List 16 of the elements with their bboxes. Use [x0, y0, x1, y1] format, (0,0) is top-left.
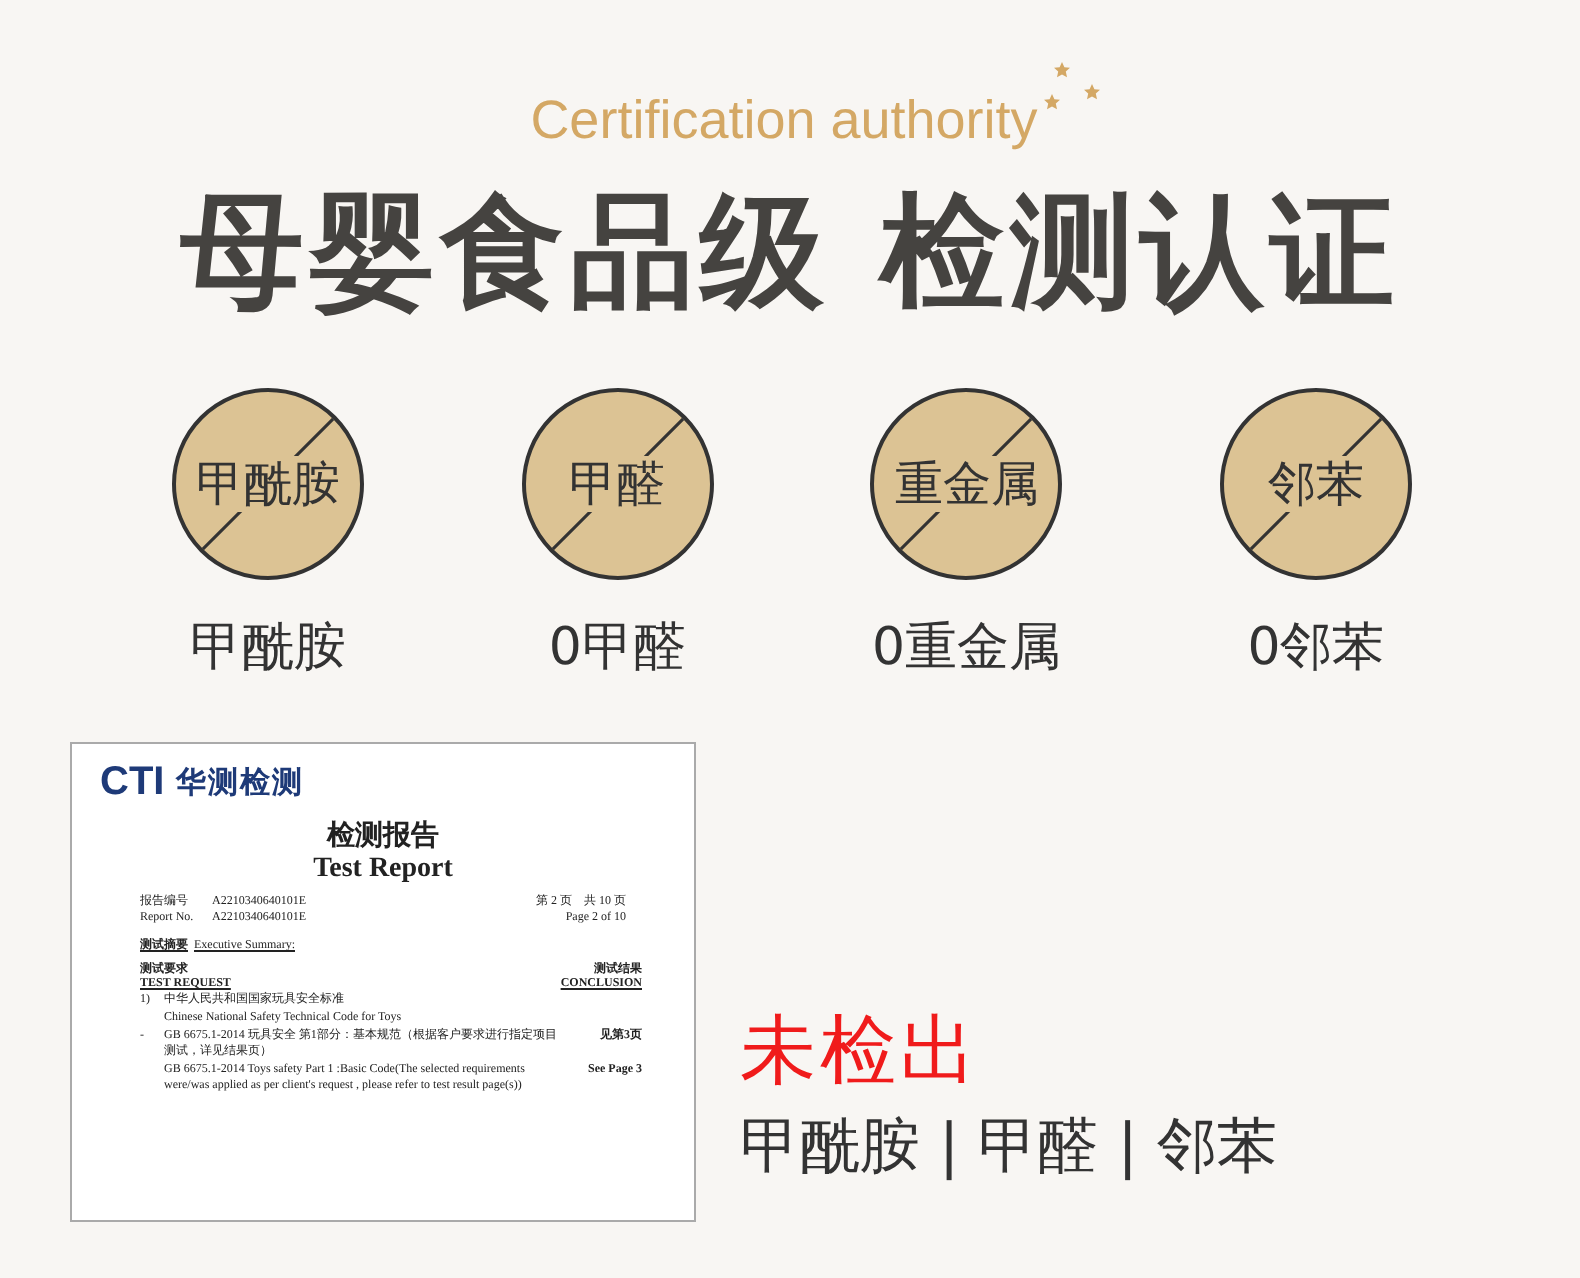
badge-label: 0重金属 [872, 616, 1062, 682]
badge-label: 0邻苯 [1247, 616, 1385, 682]
logo-name: 华测检测 [176, 765, 305, 802]
badge-text: 甲酰胺 [196, 456, 340, 512]
badge-label: 甲酰胺 [190, 616, 346, 682]
badge-text: 重金属 [894, 456, 1039, 512]
page-title: 母婴食品级 检测认证 [180, 180, 1400, 324]
result-items: 甲酰胺 | 甲醛 | 邻苯 [740, 1110, 1277, 1186]
report-title: Test Report [311, 854, 455, 886]
badge-text: 甲醛 [569, 456, 666, 512]
badge-text: 邻苯 [1267, 456, 1364, 512]
report-title: 检测报告 [324, 818, 441, 854]
result-headline: 未检出 [740, 1006, 982, 1094]
section-subtitle: Certification authority [530, 90, 1038, 152]
logo-mark: CTI [100, 760, 165, 806]
badge-label: 0甲醛 [548, 616, 686, 682]
